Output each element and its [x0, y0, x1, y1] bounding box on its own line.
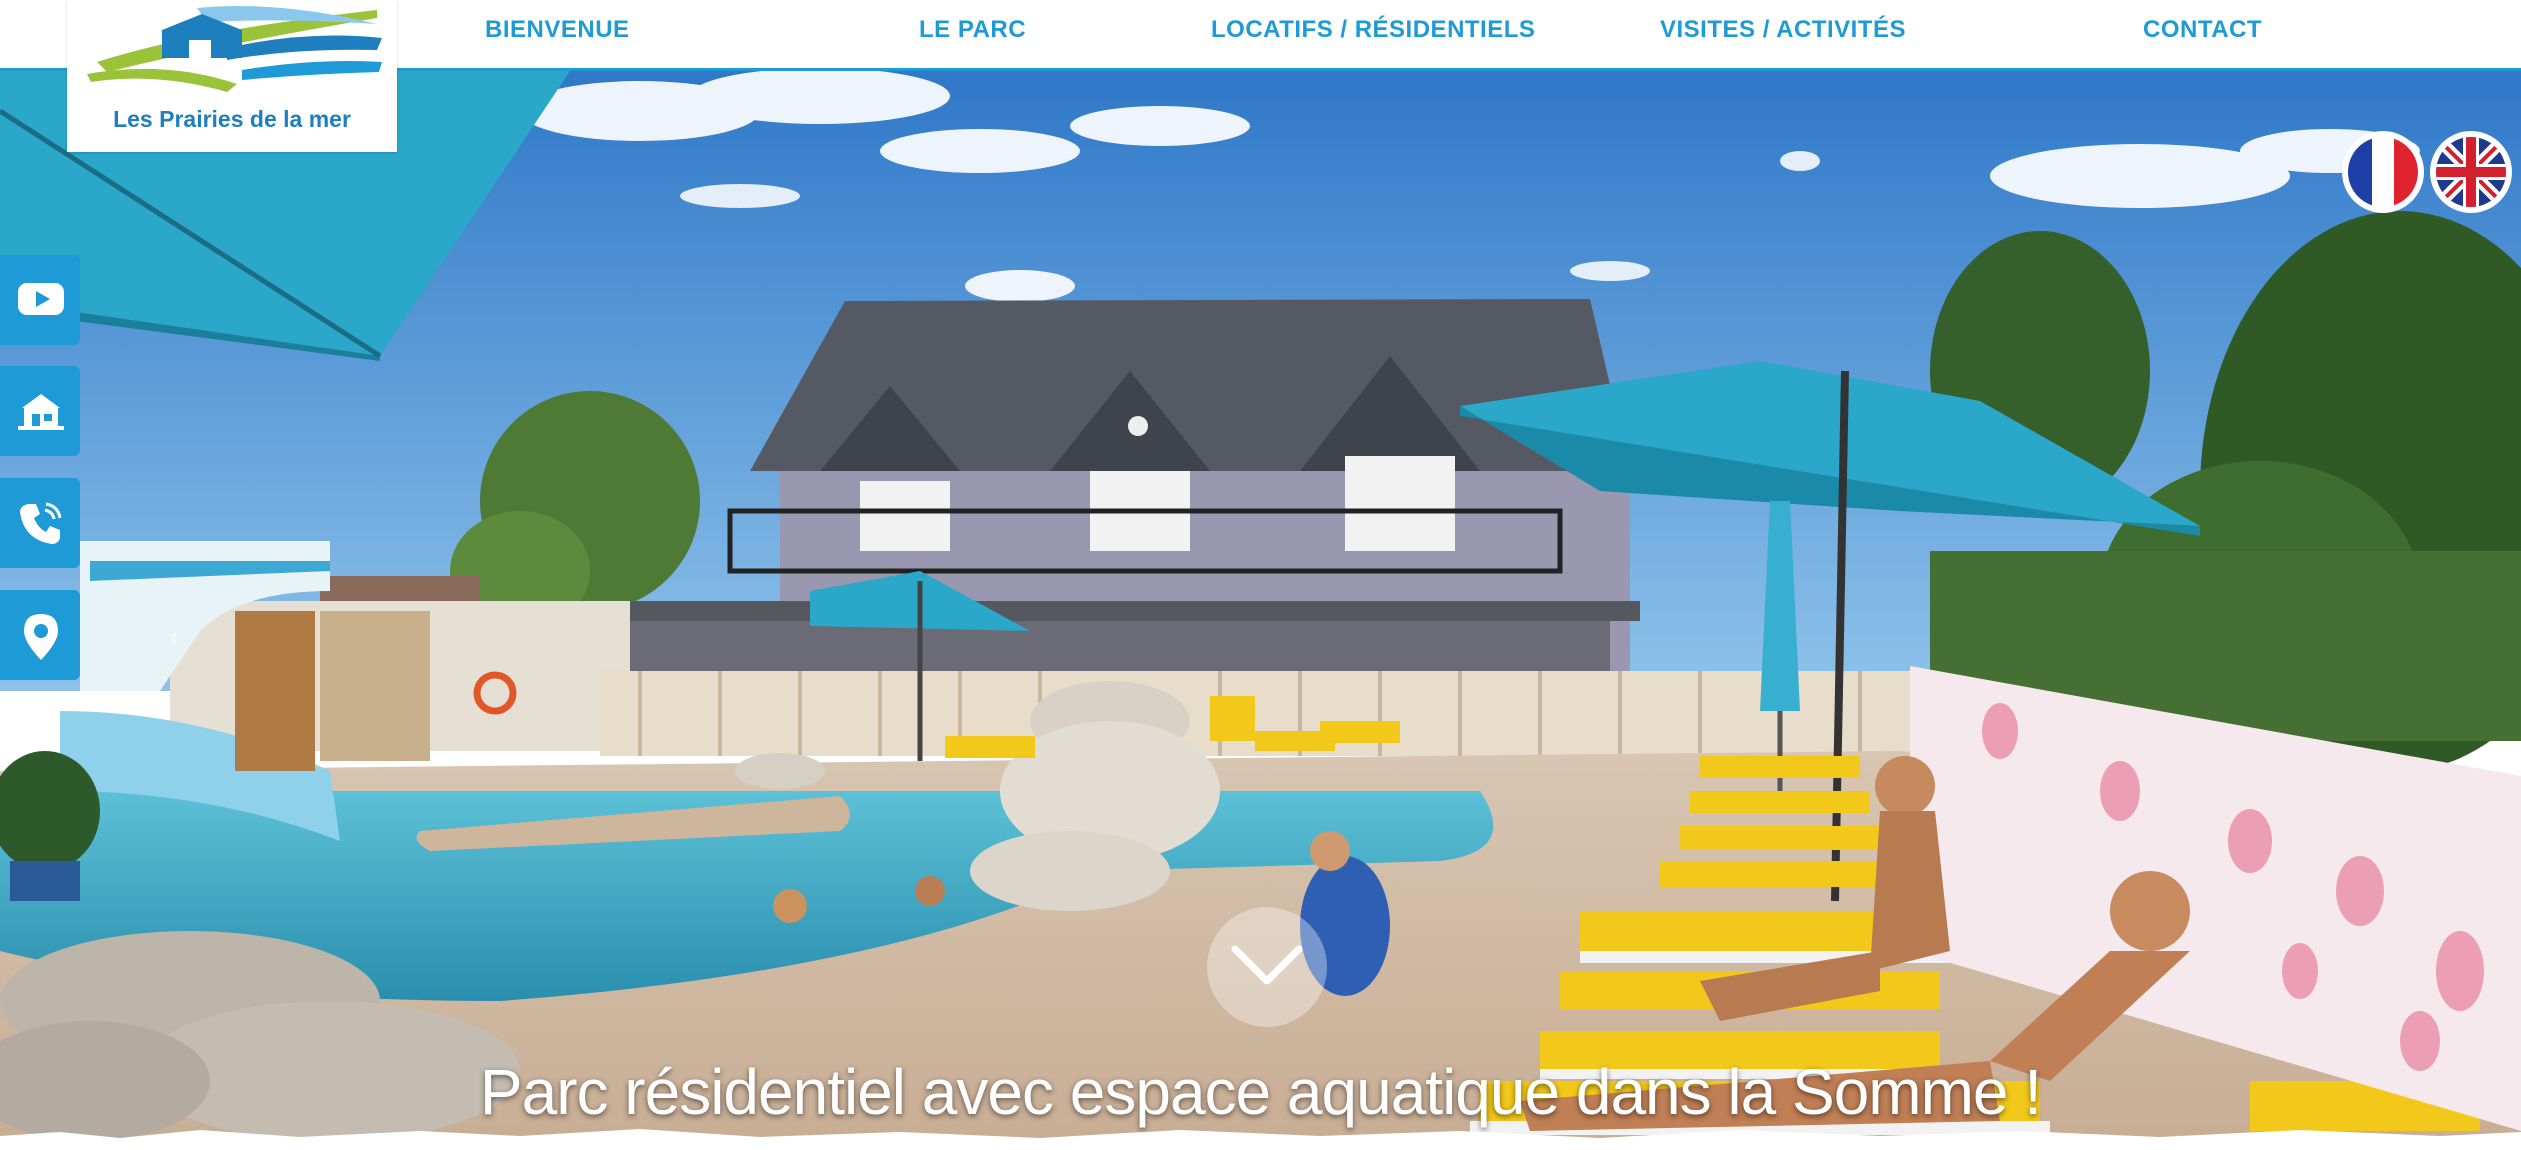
chevron-down-icon	[1231, 945, 1303, 985]
slider-prev-arrow[interactable]: ‹	[170, 621, 190, 661]
hero-slider: ‹ Parc résidentiel avec espace aquatique…	[0, 71, 2521, 1150]
nav-item-le-parc[interactable]: LE PARC	[919, 16, 1026, 44]
nav-item-visites-activites[interactable]: VISITES / ACTIVITÉS	[1660, 16, 1906, 44]
phone-icon	[20, 502, 62, 544]
phone-button[interactable]	[0, 478, 80, 568]
uk-flag-icon	[2436, 137, 2506, 207]
map-pin-icon	[24, 614, 58, 660]
mobile-home-icon	[18, 394, 64, 430]
scroll-down-button[interactable]	[1207, 907, 1327, 1027]
logo-text: Les Prairies de la mer	[113, 106, 351, 132]
lang-fr-button[interactable]	[2342, 131, 2424, 213]
site-logo[interactable]: Les Prairies de la mer	[67, 0, 397, 152]
nav-item-contact[interactable]: CONTACT	[2143, 16, 2262, 44]
torn-paper-edge	[0, 1129, 2521, 1150]
mobile-home-button[interactable]	[0, 366, 80, 456]
logo-graphic	[87, 6, 382, 92]
youtube-icon	[18, 283, 64, 315]
french-flag-icon	[2348, 137, 2418, 207]
nav-item-locatifs-residentiels[interactable]: LOCATIFS / RÉSIDENTIELS	[1211, 16, 1535, 44]
hero-caption: Parc résidentiel avec espace aquatique d…	[479, 1056, 2042, 1128]
location-button[interactable]	[0, 590, 80, 680]
nav-item-bienvenue[interactable]: BIENVENUE	[485, 16, 630, 44]
lang-en-button[interactable]	[2430, 131, 2512, 213]
youtube-button[interactable]	[0, 255, 80, 345]
